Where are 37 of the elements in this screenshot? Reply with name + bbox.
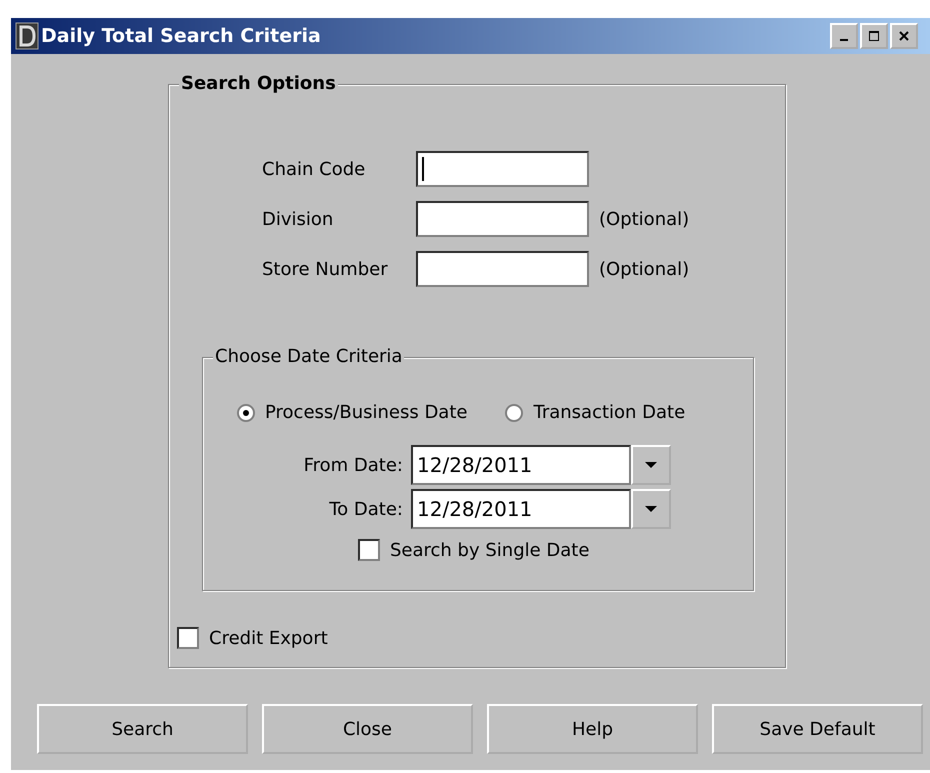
maximize-button[interactable] bbox=[860, 23, 888, 49]
text-field[interactable] bbox=[416, 151, 589, 187]
optional-note: (Optional) bbox=[599, 208, 690, 230]
caret-down-icon bbox=[644, 505, 658, 513]
caret-down-icon bbox=[644, 461, 658, 469]
date-field[interactable]: 12/28/2011 bbox=[411, 489, 631, 529]
checkbox[interactable] bbox=[177, 627, 199, 649]
window-title: Daily Total Search Criteria bbox=[41, 25, 321, 47]
field-label: Store Number bbox=[262, 258, 389, 280]
radio-label: Transaction Date bbox=[533, 402, 686, 423]
app-logo-icon bbox=[15, 22, 39, 50]
dialog-button[interactable]: Close bbox=[262, 704, 473, 754]
dialog-button[interactable]: Save Default bbox=[712, 704, 923, 754]
field-label: Division bbox=[262, 208, 334, 230]
minimize-button[interactable] bbox=[830, 23, 858, 49]
date-label: To Date: bbox=[328, 498, 403, 520]
radio-button[interactable] bbox=[237, 404, 255, 422]
checkbox-label: Credit Export bbox=[209, 628, 328, 648]
group-title: Search Options bbox=[179, 72, 338, 96]
date-label: From Date: bbox=[302, 454, 403, 476]
checkbox[interactable] bbox=[358, 539, 380, 561]
date-field[interactable]: 12/28/2011 bbox=[411, 445, 631, 485]
optional-note: (Optional) bbox=[599, 258, 690, 280]
text-field[interactable] bbox=[416, 251, 589, 287]
text-field[interactable] bbox=[416, 201, 589, 237]
radio-label: Process/Business Date bbox=[265, 402, 468, 423]
dialog-button[interactable]: Help bbox=[487, 704, 698, 754]
maximize-icon bbox=[867, 29, 881, 43]
close-icon bbox=[897, 29, 911, 43]
dropdown-button[interactable] bbox=[631, 445, 671, 485]
radio-button[interactable] bbox=[505, 404, 524, 422]
close-button[interactable] bbox=[890, 23, 918, 49]
minimize-icon bbox=[840, 39, 848, 41]
checkbox-label: Search by Single Date bbox=[390, 540, 590, 560]
field-label: Chain Code bbox=[262, 158, 366, 180]
dropdown-button[interactable] bbox=[631, 489, 671, 529]
dialog-button[interactable]: Search bbox=[37, 704, 248, 754]
